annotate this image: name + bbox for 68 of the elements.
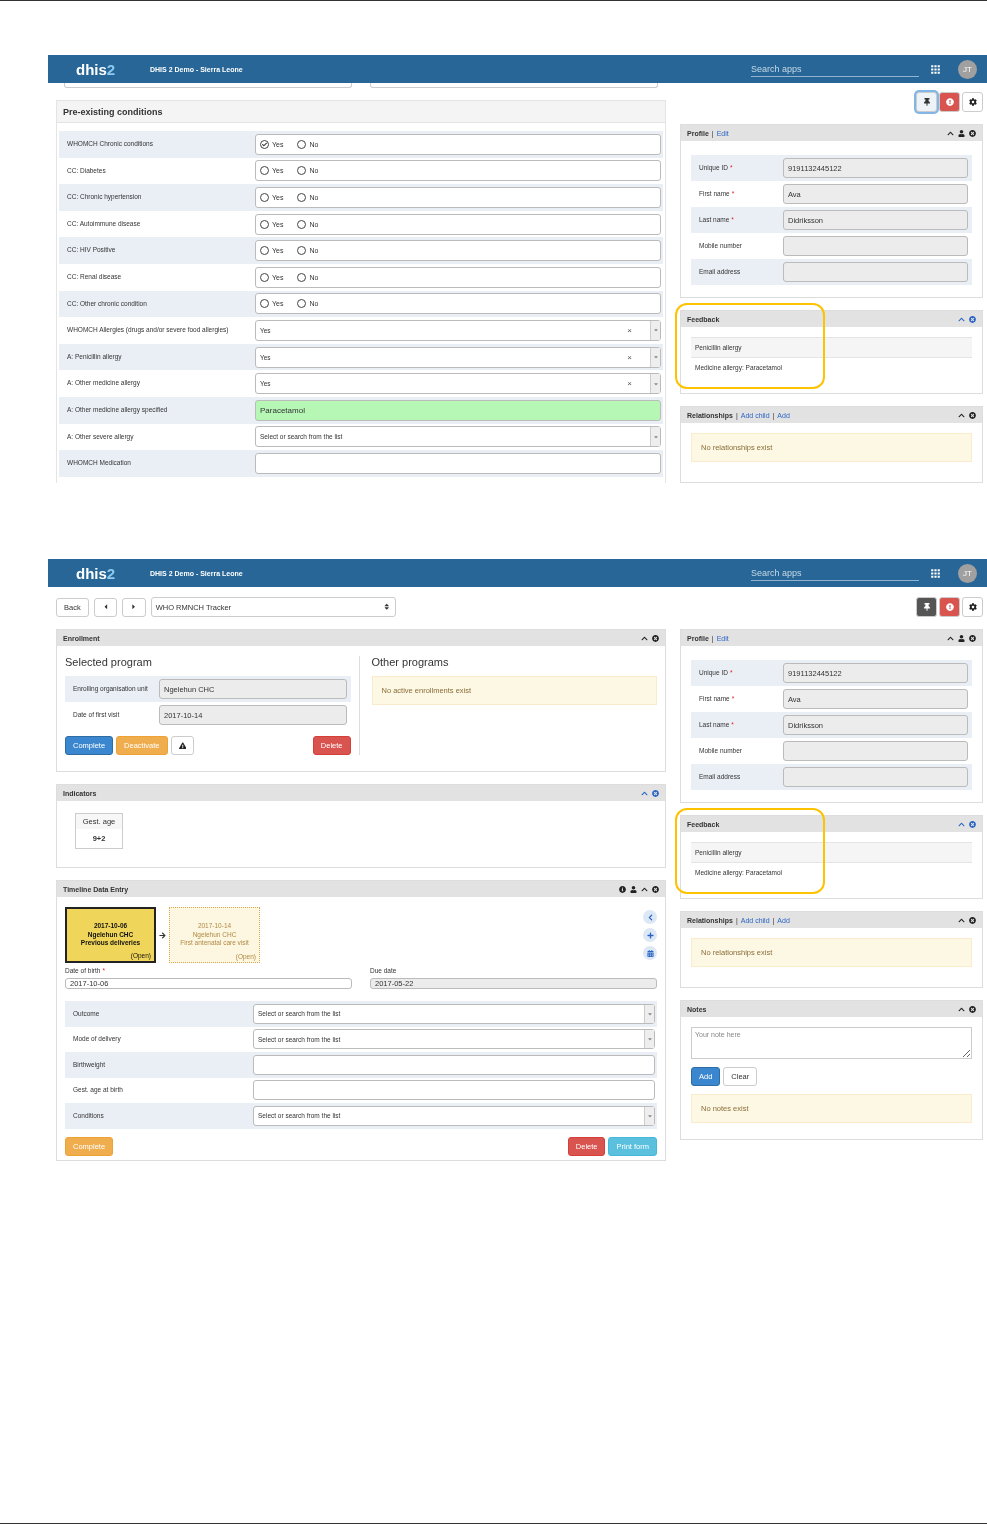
settings-icon	[968, 98, 977, 106]
warning-icon	[178, 741, 187, 750]
collapse-icon[interactable]	[947, 634, 954, 642]
pin-button[interactable]	[916, 92, 937, 112]
close-icon[interactable]	[652, 634, 659, 642]
collapse-icon[interactable]	[641, 634, 648, 642]
logo: dhis2	[76, 564, 117, 582]
arrow-icon	[159, 931, 166, 939]
info-icon[interactable]	[619, 885, 626, 893]
caret-icon	[652, 380, 659, 387]
collapse-icon[interactable]	[641, 885, 648, 893]
person-icon[interactable]	[630, 885, 637, 893]
caret-icon	[652, 354, 659, 361]
logo: dhis2	[76, 60, 117, 78]
settings-button[interactable]	[962, 92, 983, 112]
pin-icon	[922, 603, 931, 611]
pin-icon	[922, 98, 931, 106]
close-icon[interactable]	[652, 885, 659, 893]
caret-icon	[646, 1036, 653, 1043]
close-icon[interactable]	[969, 634, 976, 642]
heading: Other programs	[371, 656, 450, 668]
caret-icon	[646, 1112, 653, 1119]
input-field[interactable]	[783, 767, 968, 787]
person-icon[interactable]	[958, 634, 965, 642]
heading: Selected program	[65, 656, 153, 668]
input-field[interactable]	[370, 83, 658, 88]
collapse-icon[interactable]	[947, 129, 954, 137]
section-title: Pre-existing conditions	[63, 106, 163, 117]
collapse-icon[interactable]	[958, 1005, 965, 1013]
chevron-icon	[646, 913, 654, 921]
input-field[interactable]	[253, 1080, 655, 1101]
apps-grid-icon[interactable]	[929, 566, 942, 580]
input-field[interactable]: Paracetamol	[255, 399, 661, 421]
back-button[interactable]	[643, 910, 657, 924]
settings-icon	[968, 603, 977, 611]
search-field[interactable]: Search apps	[751, 61, 919, 77]
input-field[interactable]	[253, 1054, 655, 1075]
settings-button[interactable]	[962, 597, 983, 617]
close-icon[interactable]	[969, 129, 976, 137]
calendar-button[interactable]	[643, 946, 657, 960]
caret-icon	[652, 327, 659, 334]
search-field[interactable]: Search apps	[751, 565, 919, 581]
sort-icon	[383, 603, 391, 611]
pin-button[interactable]	[916, 597, 937, 617]
warning-button[interactable]	[170, 736, 195, 755]
apps-grid-icon[interactable]	[929, 62, 942, 76]
alert-button[interactable]	[939, 92, 960, 112]
caret-icon	[646, 1010, 653, 1017]
input-field[interactable]	[64, 83, 352, 88]
input-field[interactable]	[783, 741, 968, 761]
close-icon[interactable]	[969, 411, 976, 419]
caret-icon	[652, 433, 659, 440]
person-icon[interactable]	[958, 129, 965, 137]
alert-icon	[945, 603, 954, 611]
caret-icon	[130, 603, 138, 611]
plus-icon	[646, 931, 654, 939]
collapse-icon[interactable]	[958, 916, 965, 924]
input-field[interactable]	[255, 452, 661, 474]
input-field[interactable]	[783, 236, 968, 256]
close-icon[interactable]	[969, 1005, 976, 1013]
collapse-icon[interactable]	[958, 411, 965, 419]
alert-button[interactable]	[939, 597, 960, 617]
close-icon[interactable]	[969, 916, 976, 924]
alert-icon	[945, 98, 954, 106]
calendar-icon	[646, 949, 654, 957]
check-icon	[262, 141, 267, 147]
add-button[interactable]	[643, 928, 657, 942]
input-field[interactable]	[783, 262, 968, 282]
